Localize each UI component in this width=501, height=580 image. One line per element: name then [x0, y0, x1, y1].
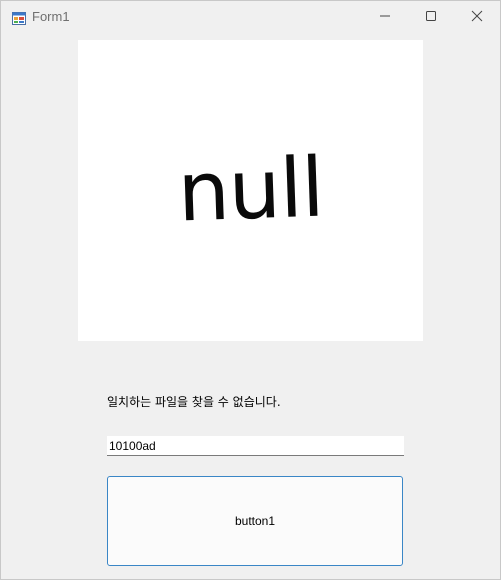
close-button[interactable] — [454, 1, 500, 32]
maximize-button[interactable] — [408, 1, 454, 32]
form1-window: Form1 null 일치하는 파일을 찾을 수 없습니다. button1 — [0, 0, 501, 580]
button1[interactable]: button1 — [107, 476, 403, 566]
close-icon — [471, 10, 483, 22]
minimize-button[interactable] — [362, 1, 408, 32]
text-input[interactable] — [107, 436, 404, 456]
minimize-icon — [380, 15, 390, 17]
winforms-app-icon — [12, 10, 26, 25]
status-label: 일치하는 파일을 찾을 수 없습니다. — [107, 395, 281, 409]
picture-image-text: null — [176, 140, 325, 241]
window-title: Form1 — [32, 9, 70, 24]
maximize-icon — [426, 11, 436, 21]
picture-box: null — [78, 40, 423, 341]
title-bar[interactable]: Form1 — [1, 1, 500, 32]
